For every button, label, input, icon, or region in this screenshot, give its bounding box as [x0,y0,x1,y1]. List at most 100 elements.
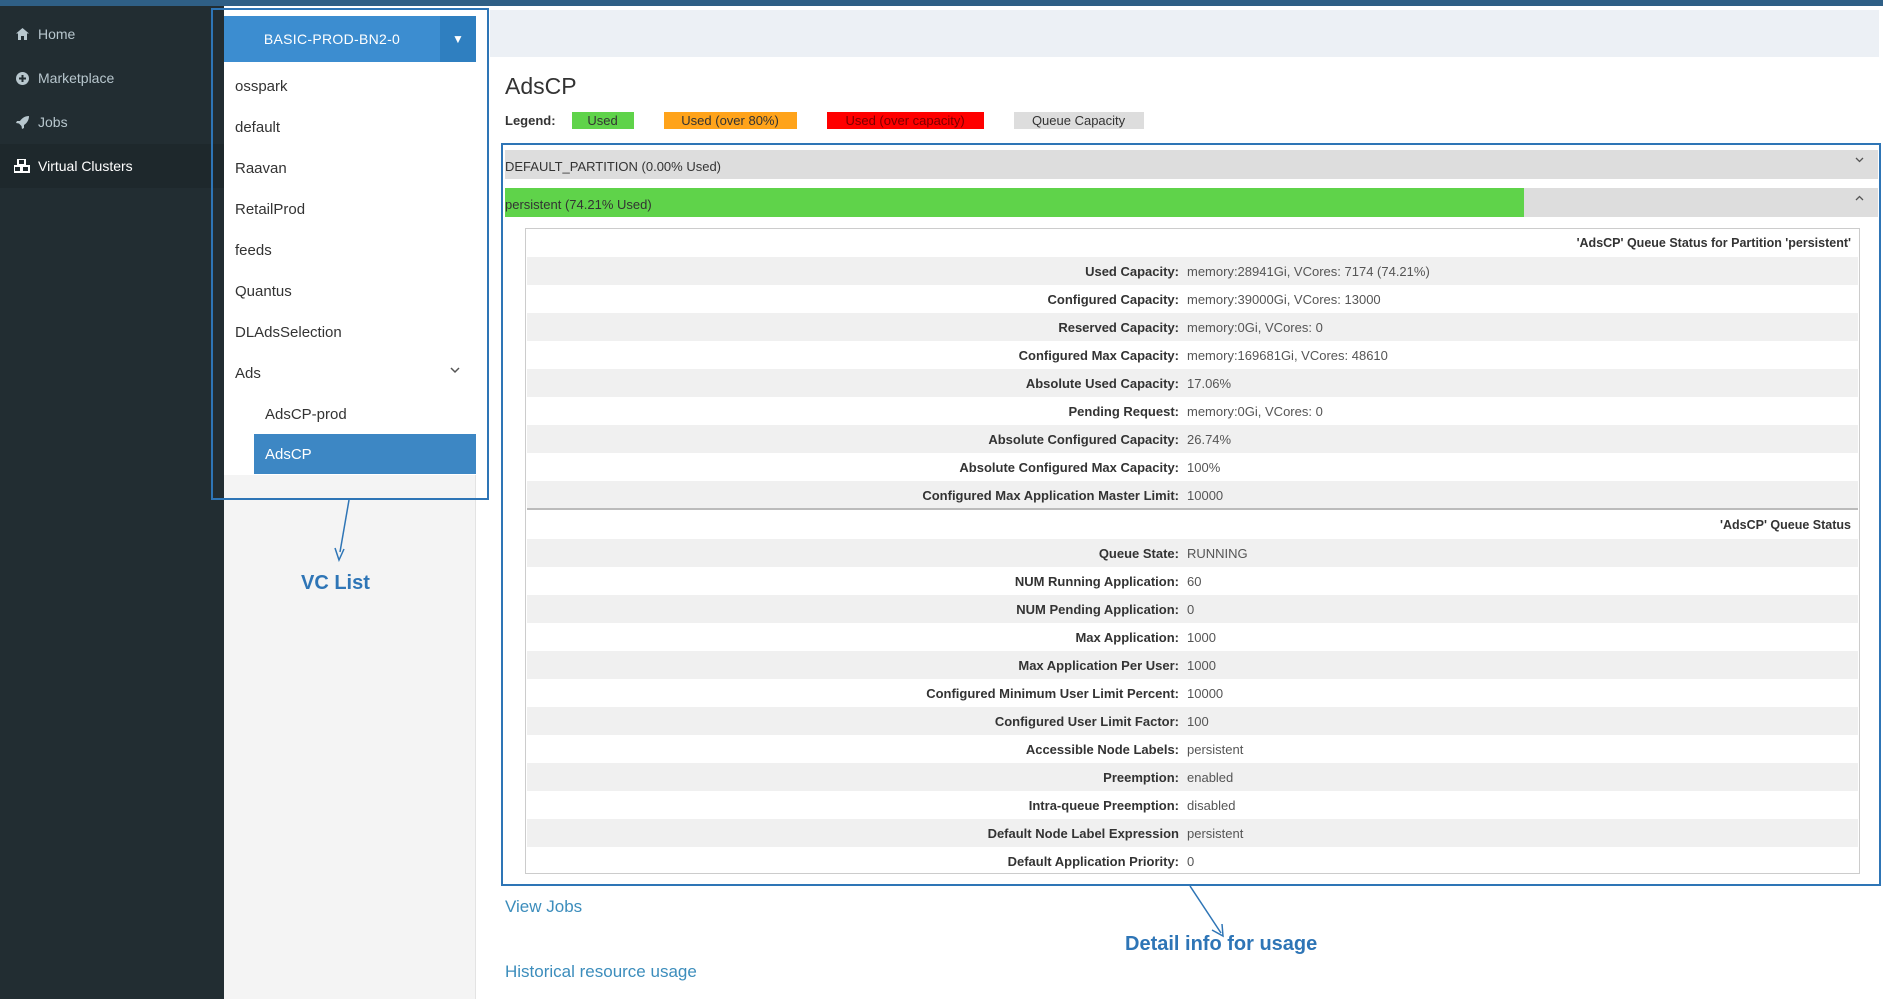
nav-home-label: Home [38,26,76,42]
plus-circle-icon [12,70,32,86]
historical-resource-usage-link[interactable]: Historical resource usage [505,962,697,982]
status-value: memory:0Gi, VCores: 0 [1187,319,1323,335]
status-value: 10000 [1187,685,1224,701]
status-value: RUNNING [1187,545,1248,561]
legend-queue-capacity: Queue Capacity [1013,111,1144,129]
chevron-up-icon[interactable] [1855,190,1864,204]
partition-fill [505,188,1524,217]
status-row: Max Application: 1000 [527,623,1858,651]
status-value: 0 [1187,853,1195,869]
status-key: Queue State: [1098,545,1179,561]
status-row: Used Capacity: memory:28941Gi, VCores: 71… [527,257,1858,285]
status-row: Default Node Label Expression persistent [527,819,1858,847]
vc-item-default[interactable]: default [224,107,476,147]
status-value: persistent [1187,741,1244,757]
status-value: memory:0Gi, VCores: 0 [1187,403,1323,419]
home-icon [12,26,32,42]
status-row: Max Application Per User: 1000 [527,651,1858,679]
cluster-name: BASIC-PROD-BN2-0 [263,31,401,47]
status-row: Default Application Priority: 0 [527,847,1858,875]
cluster-dropdown-button[interactable]: ▼ [440,16,476,62]
nav-jobs-label: Jobs [38,114,68,130]
vc-item-dladsselection[interactable]: DLAdsSelection [224,312,476,352]
vc-item-osspark[interactable]: osspark [224,66,476,106]
status-value: 100% [1187,459,1221,475]
status-key: Pending Request: [1068,403,1179,419]
status-value: persistent [1187,825,1244,841]
status-row: NUM Pending Application: 0 [527,595,1858,623]
status-key: NUM Running Application: [1014,573,1179,589]
status-key: Absolute Used Capacity: [1025,375,1179,391]
status-row: Pending Request: memory:0Gi, VCores: 0 [527,397,1858,425]
partition-label: DEFAULT_PARTITION (0.00% Used) [505,159,722,174]
status-key: Absolute Configured Max Capacity: [959,459,1179,475]
status-value: enabled [1187,769,1234,785]
status-row: Configured User Limit Factor: 100 [527,707,1858,735]
nav-virtual-clusters[interactable]: Virtual Clusters [0,144,224,188]
status-key: Default Node Label Expression [987,825,1179,841]
status-key: Configured Max Application Master Limit: [922,487,1179,503]
vc-list-annotation-label: VC List [301,572,370,594]
status-row: Queue State: RUNNING [527,539,1858,567]
status-row: Accessible Node Labels: persistent [527,735,1858,763]
status-value: 100 [1187,713,1209,729]
status-row: Configured Max Capacity: memory:169681Gi,… [527,341,1858,369]
chevron-down-icon[interactable] [450,365,460,377]
legend-used-over-capacity: Used (over capacity) [826,111,984,129]
status-key: Configured Max Capacity: [1018,347,1179,363]
vc-item-quantus[interactable]: Quantus [224,271,476,311]
left-navigation: Home Marketplace Jobs Virtual Clusters [0,6,224,999]
status-value: memory:28941Gi, VCores: 7174 (74.21%) [1187,263,1430,279]
status-key: Accessible Node Labels: [1025,741,1179,757]
caret-down-icon: ▼ [452,32,464,46]
partition-bar-persistent[interactable]: persistent (74.21% Used) [505,188,1878,217]
status-value: 10000 [1187,487,1224,503]
status-key: Default Application Priority: [1007,853,1179,869]
cubes-icon [12,158,32,174]
status-value: memory:39000Gi, VCores: 13000 [1187,291,1381,307]
status-key: NUM Pending Application: [1016,601,1179,617]
vc-item-raavan[interactable]: Raavan [224,148,476,188]
nav-marketplace-label: Marketplace [38,70,115,86]
section-divider [527,508,1858,510]
status-row: Absolute Used Capacity: 17.06% [527,369,1858,397]
status-key: Used Capacity: [1085,263,1179,279]
status-value: 0 [1187,601,1195,617]
nav-jobs[interactable]: Jobs [0,100,224,144]
status-row: Absolute Configured Max Capacity: 100% [527,453,1858,481]
legend-used: Used [571,111,634,129]
status-row: Absolute Configured Capacity: 26.74% [527,425,1858,453]
status-key: Reserved Capacity: [1058,319,1179,335]
status-row: Preemption: enabled [527,763,1858,791]
status-value: memory:169681Gi, VCores: 48610 [1187,347,1388,363]
nav-marketplace[interactable]: Marketplace [0,56,224,100]
status-value: 60 [1187,573,1202,589]
vc-item-adscp[interactable]: AdsCP [254,434,476,474]
vc-list-annotation-arrow [334,500,350,562]
status-row: NUM Running Application: 60 [527,567,1858,595]
vc-item-ads[interactable]: Ads [224,353,476,393]
cluster-selector[interactable]: BASIC-PROD-BN2-0 ▼ [224,16,476,62]
status-value: 1000 [1187,629,1216,645]
partition-bar-default[interactable]: DEFAULT_PARTITION (0.00% Used) [505,150,1878,179]
nav-virtual-clusters-label: Virtual Clusters [38,158,133,174]
vc-item-adscp-prod[interactable]: AdsCP-prod [224,394,476,434]
status-key: Configured Capacity: [1047,291,1179,307]
queue-status-panel: 'AdsCP' Queue Status for Partition 'pers… [525,228,1860,874]
vc-item-feeds[interactable]: feeds [224,230,476,270]
status-key: Max Application: [1075,629,1179,645]
rocket-icon [12,114,32,130]
legend-used-over-80: Used (over 80%) [663,111,797,129]
nav-home[interactable]: Home [0,12,224,56]
status-value: 17.06% [1187,375,1232,391]
partition-label: persistent (74.21% Used) [505,197,652,212]
status-row: Configured Max Application Master Limit:… [527,481,1858,509]
status-value: 26.74% [1187,431,1232,447]
chevron-down-icon[interactable] [1855,152,1864,166]
status-row: Configured Capacity: memory:39000Gi, VCor… [527,285,1858,313]
vc-item-retailprod[interactable]: RetailProd [224,189,476,229]
view-jobs-link[interactable]: View Jobs [505,897,582,917]
status-row: Reserved Capacity: memory:0Gi, VCores: 0 [527,313,1858,341]
main-header-strip [490,10,1879,57]
vc-item-ads-label: Ads [235,364,261,382]
